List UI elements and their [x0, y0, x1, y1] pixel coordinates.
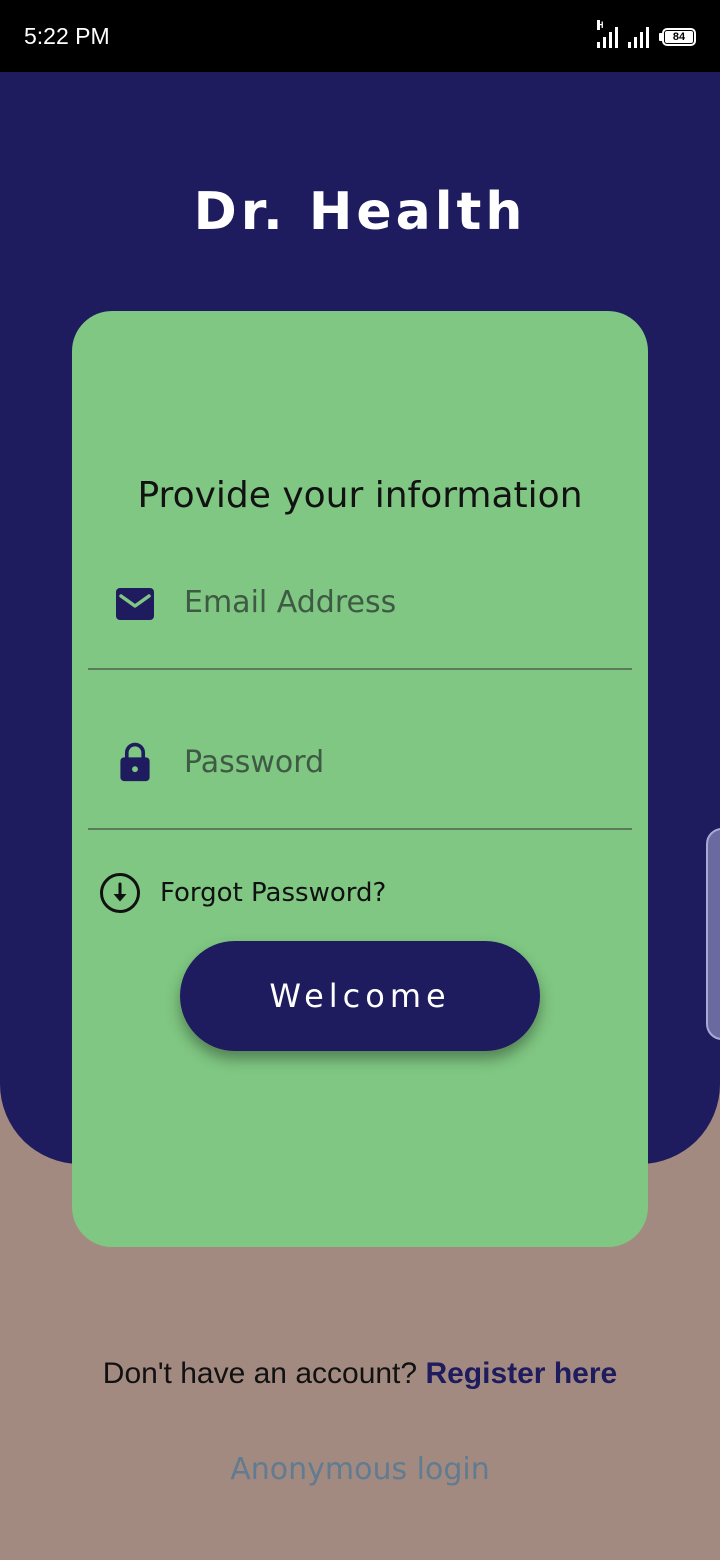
battery-level: 84 — [665, 31, 693, 43]
battery-icon: 84 — [659, 28, 696, 46]
password-field — [88, 730, 632, 830]
network-type-label: H — [597, 20, 604, 30]
signal-strength-icon-2 — [628, 22, 649, 48]
side-panel-handle[interactable] — [706, 828, 720, 1040]
welcome-button[interactable]: Welcome — [180, 941, 540, 1051]
forgot-password-link[interactable]: Forgot Password? — [98, 870, 386, 916]
status-bar: 5:22 PM H 84 — [0, 0, 720, 72]
lock-icon — [120, 742, 150, 782]
email-field — [88, 570, 632, 670]
register-prompt: Don't have an account? — [102, 1357, 418, 1390]
register-prompt-row: Don't have an account? Register here — [0, 1354, 720, 1394]
password-input[interactable] — [184, 738, 604, 786]
forgot-password-label: Forgot Password? — [160, 878, 387, 908]
email-input[interactable] — [184, 578, 604, 626]
mail-icon — [116, 588, 154, 620]
form-heading: Provide your information — [137, 475, 583, 516]
arrow-down-circle-icon — [100, 873, 140, 913]
status-icons: H 84 — [597, 20, 696, 48]
anonymous-login-link[interactable]: Anonymous login — [0, 1450, 720, 1490]
signal-strength-icon: H — [597, 20, 618, 48]
register-link[interactable]: Register here — [425, 1357, 617, 1390]
status-time: 5:22 PM — [24, 23, 110, 49]
app-title: Dr. Health — [193, 182, 527, 242]
